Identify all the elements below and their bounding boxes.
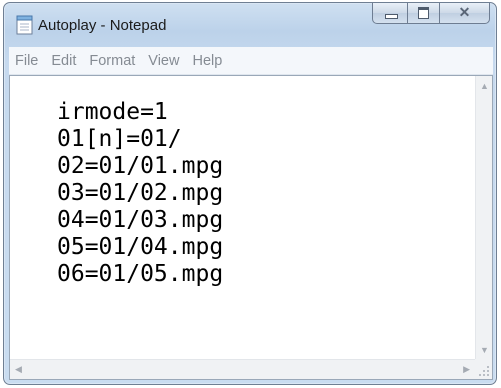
text-line: 02=01/01.mpg (57, 153, 224, 179)
close-icon: ✕ (458, 4, 471, 20)
scroll-down-icon[interactable]: ▼ (480, 345, 489, 355)
vertical-scrollbar[interactable]: ▲ ▼ (475, 76, 492, 359)
minimize-icon (385, 14, 398, 19)
menu-file[interactable]: File (9, 53, 45, 69)
text-line: 05=01/04.mpg (57, 234, 224, 260)
menu-format[interactable]: Format (83, 53, 142, 69)
minimize-button[interactable] (372, 3, 408, 24)
menu-edit[interactable]: Edit (45, 53, 83, 69)
text-line: 03=01/02.mpg (57, 180, 224, 206)
maximize-button[interactable] (408, 3, 440, 24)
title-bar[interactable]: Autoplay - Notepad ✕ (4, 3, 496, 47)
menu-bar: File Edit Format View Help (9, 47, 493, 75)
menu-view[interactable]: View (142, 53, 186, 69)
close-button[interactable]: ✕ (440, 3, 490, 24)
notepad-window: Autoplay - Notepad ✕ File Edit Format Vi… (3, 2, 497, 385)
notepad-icon (16, 15, 33, 35)
text-line: irmode=1 (57, 99, 168, 125)
scroll-left-icon[interactable]: ◀ (15, 364, 22, 375)
horizontal-scrollbar[interactable]: ◀ ▶ (10, 359, 475, 379)
menu-help[interactable]: Help (186, 53, 229, 69)
window-title: Autoplay - Notepad (38, 17, 167, 34)
scroll-right-icon[interactable]: ▶ (463, 364, 470, 375)
text-line: 06=01/05.mpg (57, 261, 224, 287)
editor-text-area[interactable]: irmode=1 01[n]=01/ 02=01/01.mpg 03=01/02… (10, 76, 475, 359)
maximize-icon (418, 7, 429, 19)
resize-grip-icon[interactable] (475, 359, 492, 379)
text-line: 01[n]=01/ (57, 126, 182, 152)
caption-buttons: ✕ (372, 3, 490, 25)
text-editor[interactable]: irmode=1 01[n]=01/ 02=01/01.mpg 03=01/02… (9, 75, 493, 380)
text-line: 04=01/03.mpg (57, 207, 224, 233)
scroll-up-icon[interactable]: ▲ (480, 81, 489, 91)
